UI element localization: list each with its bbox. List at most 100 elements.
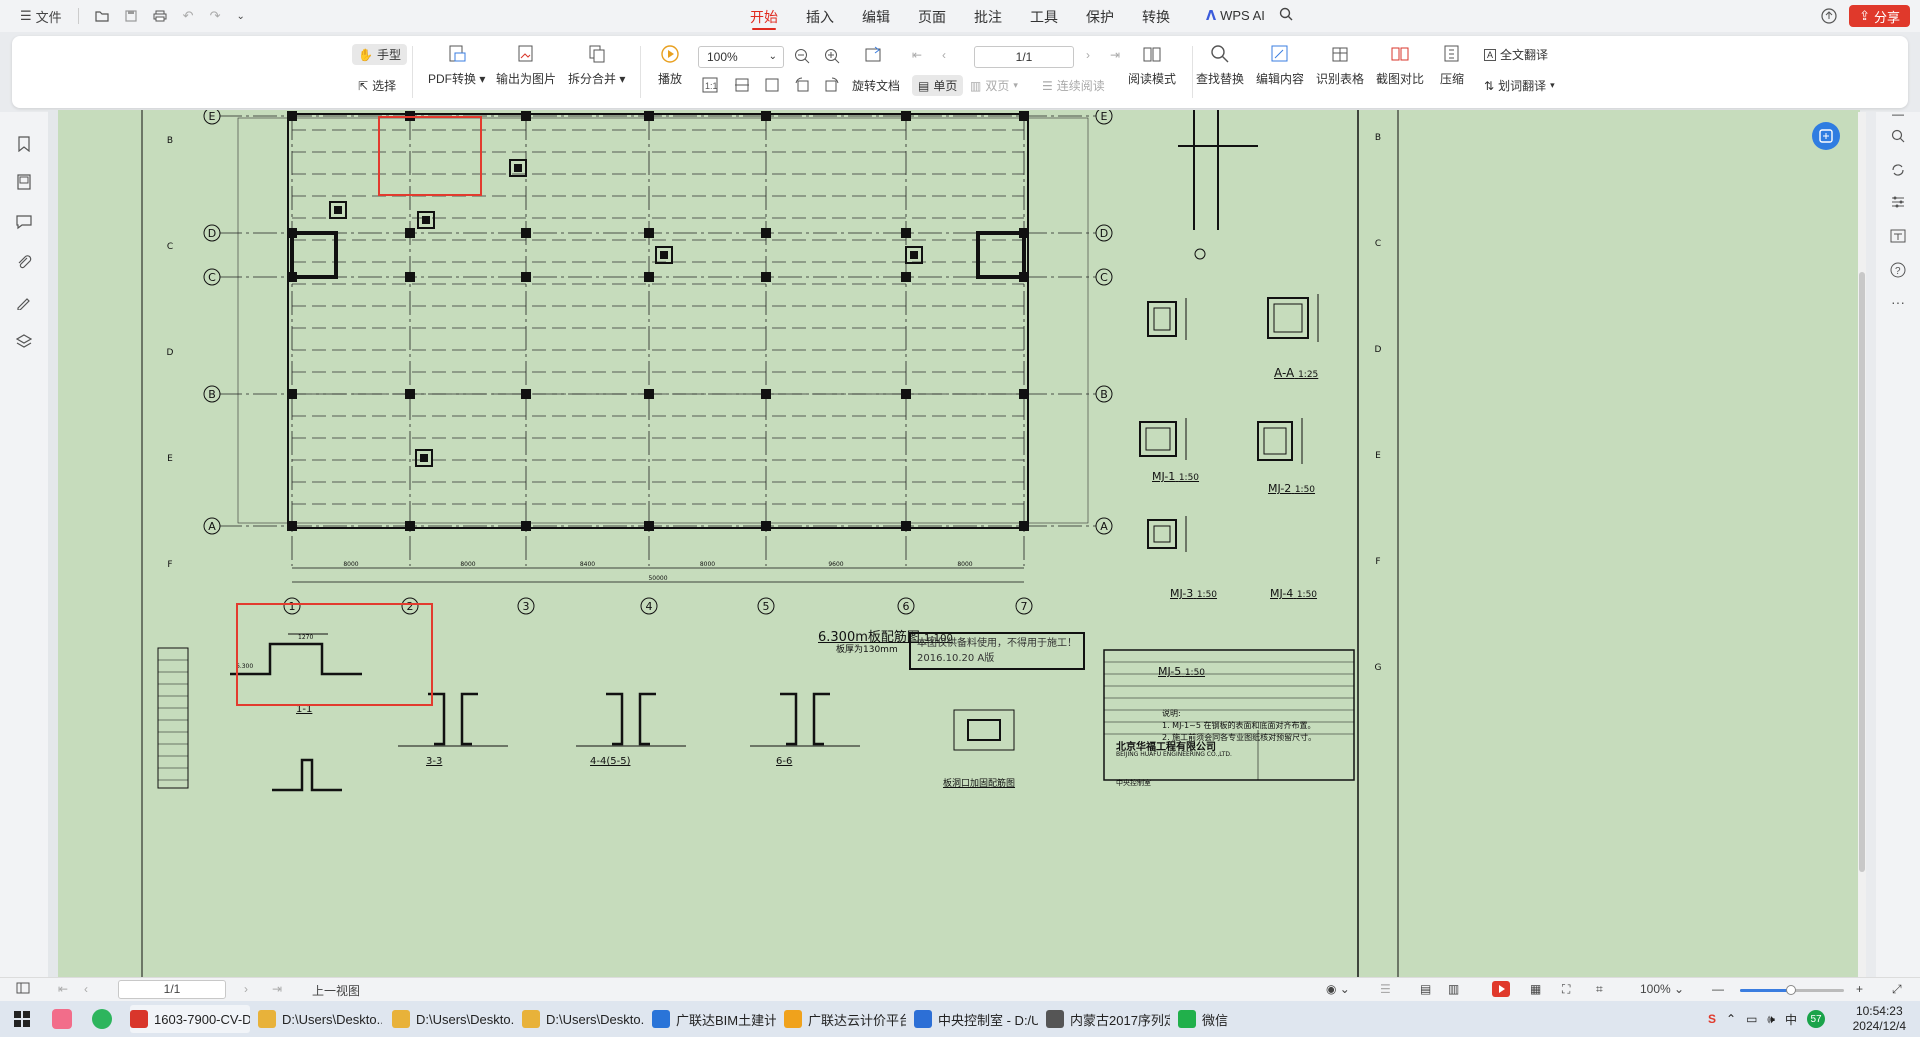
volume-icon[interactable]: 🕪: [1767, 1012, 1775, 1027]
taskbar-item-5[interactable]: 广联达云计价平台...: [784, 1005, 906, 1033]
single-page-view-icon[interactable]: ▤: [1420, 982, 1431, 996]
last-page-icon[interactable]: ⇥: [1110, 48, 1120, 62]
tab-1[interactable]: 插入: [796, 0, 844, 32]
split-merge-button[interactable]: 拆分合并 ▾: [568, 42, 625, 87]
chevron-down-icon[interactable]: ⌄: [230, 4, 250, 28]
notification-badge[interactable]: 57: [1807, 1010, 1825, 1028]
taskbar-item-8[interactable]: 微信: [1178, 1005, 1238, 1033]
undo-icon[interactable]: ↶: [177, 4, 200, 28]
zoom-select[interactable]: 100% ⌄: [698, 46, 784, 68]
continuous-view-icon[interactable]: ☰: [1380, 982, 1391, 996]
status-page-input[interactable]: 1/1: [118, 980, 226, 999]
sync-icon[interactable]: [1888, 160, 1908, 180]
chevron-up-icon[interactable]: ⌃: [1726, 1012, 1736, 1026]
attachment-icon[interactable]: [14, 252, 34, 272]
document-canvas[interactable]: 1 2 3 4 5 6 7 E E D D C C B B A A 8000 8000 8400 8000 9600 800…: [48, 110, 1860, 977]
zoom-in-icon[interactable]: +: [1856, 982, 1863, 996]
fit-page-icon[interactable]: [864, 46, 884, 64]
cloud-sync-icon[interactable]: [1820, 8, 1838, 27]
read-mode-button[interactable]: 阅读模式: [1128, 42, 1176, 87]
tab-5[interactable]: 工具: [1020, 0, 1068, 32]
rotate-right-icon[interactable]: [824, 77, 840, 93]
collapse-icon[interactable]: —: [1888, 104, 1908, 124]
continuous-reading-button[interactable]: ☰ 连续阅读: [1042, 77, 1105, 94]
fit-width-icon[interactable]: ⌗: [1596, 982, 1603, 997]
more-options-icon[interactable]: ···: [1888, 292, 1908, 312]
tab-2[interactable]: 编辑: [852, 0, 900, 32]
prev-page-icon[interactable]: ‹: [84, 982, 88, 996]
fit-height-icon[interactable]: [764, 77, 780, 93]
app-pink-icon[interactable]: [52, 1009, 72, 1029]
hand-tool-button[interactable]: ✋ 手型: [352, 44, 407, 65]
fullscreen-icon[interactable]: ⤢: [1892, 982, 1902, 997]
save-icon[interactable]: [119, 4, 143, 28]
bookmark-icon[interactable]: [14, 134, 34, 154]
status-zoom-select[interactable]: 100% ⌄: [1640, 982, 1684, 996]
tab-3[interactable]: 页面: [908, 0, 956, 32]
signature-icon[interactable]: [14, 292, 34, 312]
play-button[interactable]: 播放: [658, 42, 682, 87]
eye-icon[interactable]: ◉ ⌄: [1326, 982, 1350, 996]
open-folder-icon[interactable]: [89, 4, 115, 28]
zoom-slider-knob[interactable]: [1786, 985, 1796, 995]
zoom-slider[interactable]: [1740, 985, 1844, 995]
taskbar-item-6[interactable]: 中央控制室 - D:/U...: [914, 1005, 1038, 1033]
recognize-table-button[interactable]: 识别表格: [1316, 42, 1364, 87]
find-replace-button[interactable]: 查找替换: [1196, 42, 1244, 87]
next-page-icon[interactable]: ›: [1086, 48, 1090, 62]
layers-icon[interactable]: [14, 332, 34, 352]
comment-icon[interactable]: [14, 212, 34, 232]
browser-green-icon[interactable]: [92, 1009, 112, 1029]
sidebar-toggle-icon[interactable]: [16, 982, 30, 994]
taskbar-item-7[interactable]: 内蒙古2017序列定...: [1046, 1005, 1170, 1033]
tab-0[interactable]: 开始: [740, 0, 788, 32]
scrollbar-thumb[interactable]: [1859, 272, 1865, 872]
network-icon[interactable]: ▭: [1746, 1012, 1757, 1026]
file-menu[interactable]: ☰ 文件: [14, 4, 68, 28]
fit-width-icon[interactable]: [734, 77, 750, 93]
taskbar-item-2[interactable]: D:\Users\Deskto...: [392, 1005, 514, 1033]
double-page-button[interactable]: ▥ 双页 ▾: [970, 77, 1018, 94]
previous-view-button[interactable]: 上一视图: [312, 982, 360, 999]
tab-6[interactable]: 保护: [1076, 0, 1124, 32]
rotate-document-button[interactable]: 旋转文档: [852, 77, 900, 94]
double-page-view-icon[interactable]: ▥: [1448, 982, 1459, 996]
last-page-icon[interactable]: ⇥: [272, 982, 282, 996]
first-page-icon[interactable]: ⇤: [912, 48, 922, 62]
share-button[interactable]: ⇪ 分享: [1849, 5, 1910, 27]
next-page-icon[interactable]: ›: [244, 982, 248, 996]
translate-panel-icon[interactable]: [1888, 226, 1908, 246]
windows-start-icon[interactable]: [14, 1011, 30, 1030]
taskbar-item-4[interactable]: 广联达BIM土建计...: [652, 1005, 776, 1033]
single-page-button[interactable]: ▤ 单页: [912, 75, 964, 96]
page-number-input[interactable]: 1/1: [974, 46, 1074, 68]
help-icon[interactable]: ?: [1888, 260, 1908, 280]
adjust-icon[interactable]: [1888, 192, 1908, 212]
tab-4[interactable]: 批注: [964, 0, 1012, 32]
search-icon[interactable]: [1279, 7, 1293, 24]
zoom-out-icon[interactable]: —: [1712, 982, 1724, 996]
taskbar-item-3[interactable]: D:\Users\Deskto...: [522, 1005, 644, 1033]
search-icon[interactable]: [1888, 126, 1908, 146]
tab-7[interactable]: 转换: [1132, 0, 1180, 32]
taskbar-item-1[interactable]: D:\Users\Deskto...: [258, 1005, 382, 1033]
edit-content-button[interactable]: 编辑内容: [1256, 42, 1304, 87]
select-tool-button[interactable]: ⇱ 选择: [358, 77, 396, 94]
fit-window-icon[interactable]: ⛶: [1562, 982, 1570, 997]
rotate-left-icon[interactable]: [794, 77, 810, 93]
thumbnail-icon[interactable]: [14, 172, 34, 192]
play-slideshow-icon[interactable]: [1492, 981, 1510, 997]
ai-assistant-icon[interactable]: [1812, 122, 1840, 150]
export-image-button[interactable]: 输出为图片: [496, 42, 556, 87]
vertical-scrollbar[interactable]: [1858, 112, 1866, 977]
compress-button[interactable]: 压缩: [1440, 42, 1464, 87]
print-icon[interactable]: [147, 4, 173, 28]
actual-size-icon[interactable]: 1:1: [702, 77, 718, 93]
wps-ai-button[interactable]: ᐱ WPS AI: [1206, 7, 1293, 24]
screenshot-compare-button[interactable]: 截图对比: [1376, 42, 1424, 87]
zoom-out-icon[interactable]: [794, 48, 810, 64]
pdf-convert-button[interactable]: PDF转换 ▾: [428, 42, 485, 87]
prev-page-icon[interactable]: ‹: [942, 48, 946, 62]
first-page-icon[interactable]: ⇤: [58, 982, 68, 996]
redo-icon[interactable]: ↷: [204, 4, 227, 28]
